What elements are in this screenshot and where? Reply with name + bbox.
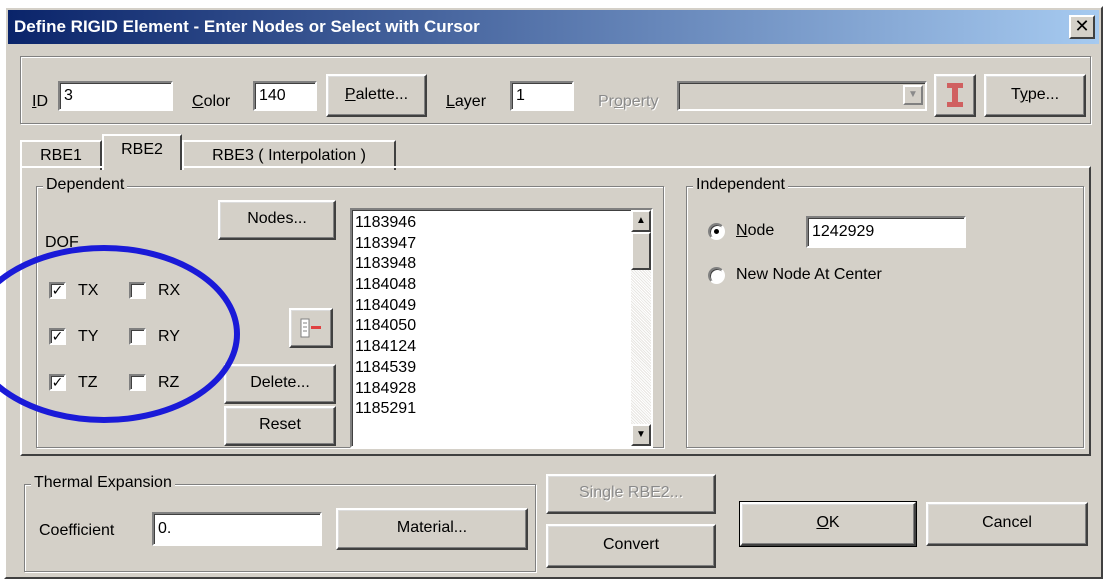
close-icon: ✕	[1074, 16, 1090, 36]
radio-node-label: Node	[736, 222, 775, 239]
type-button[interactable]: Type...	[984, 74, 1086, 117]
coefficient-field[interactable]: 0.	[152, 512, 322, 546]
palette-button[interactable]: Palette...	[326, 74, 427, 117]
layer-label: Layer	[446, 93, 487, 110]
layer-field[interactable]: 1	[510, 81, 574, 111]
checkbox-label-tz: TZ	[78, 374, 98, 391]
color-field[interactable]: 140	[253, 81, 317, 111]
node-list-items: 1183946 1183947 1183948 1184048 1184049 11840…	[355, 213, 416, 420]
nodes-button[interactable]: Nodes...	[218, 200, 336, 240]
checkbox-label-rz: RZ	[158, 374, 180, 391]
id-label: ID	[32, 93, 49, 110]
remove-node-button[interactable]	[289, 308, 333, 348]
coefficient-label: Coefficient	[39, 522, 115, 539]
list-item[interactable]: 1183947	[355, 234, 416, 255]
independent-title: Independent	[693, 176, 788, 194]
title-bar: Define RIGID Element - Enter Nodes or Se…	[8, 10, 1099, 44]
list-item[interactable]: 1185291	[355, 399, 416, 420]
list-item[interactable]: 1184928	[355, 379, 416, 400]
radio-new-node[interactable]	[708, 267, 725, 284]
list-item[interactable]: 1184124	[355, 337, 416, 358]
checkbox-rx[interactable]	[129, 282, 146, 299]
window-title: Define RIGID Element - Enter Nodes or Se…	[14, 17, 480, 36]
tab-label: RBE1	[40, 147, 82, 164]
dof-label: DOF	[45, 234, 79, 251]
property-icon-button[interactable]	[934, 74, 976, 117]
thermal-title: Thermal Expansion	[31, 474, 175, 492]
checkbox-ry[interactable]	[129, 328, 146, 345]
rigid-element-dialog: Define RIGID Element - Enter Nodes or Se…	[4, 6, 1103, 579]
chevron-down-icon: ▼	[903, 85, 923, 105]
radio-dot	[714, 229, 719, 234]
independent-node-field[interactable]: 1242929	[806, 216, 966, 248]
checkbox-ty[interactable]: ✓	[49, 328, 66, 345]
dependent-title: Dependent	[43, 176, 128, 194]
node-list[interactable]: 1183946 1183947 1183948 1184048 1184049 11840…	[350, 208, 653, 448]
i-beam-icon	[947, 83, 963, 107]
scroll-thumb[interactable]	[631, 232, 651, 270]
property-label: Property	[598, 93, 659, 110]
cancel-button[interactable]: Cancel	[926, 502, 1088, 546]
tab-label: RBE3 ( Interpolation )	[212, 147, 366, 164]
list-item[interactable]: 1184049	[355, 296, 416, 317]
convert-button[interactable]: Convert	[546, 524, 716, 568]
color-label: Color	[192, 93, 231, 110]
list-item[interactable]: 1184050	[355, 316, 416, 337]
ok-button[interactable]: OK	[739, 501, 917, 547]
checkbox-label-ry: RY	[158, 328, 180, 345]
remove-item-icon	[300, 318, 321, 338]
delete-button[interactable]: Delete...	[224, 364, 336, 404]
list-item[interactable]: 1184539	[355, 358, 416, 379]
checkbox-label-ty: TY	[78, 328, 99, 345]
tab-rbe2[interactable]: RBE2	[102, 134, 182, 170]
property-combo[interactable]: ▼	[677, 81, 927, 111]
checkbox-label-tx: TX	[78, 282, 99, 299]
checkbox-tz[interactable]: ✓	[49, 374, 66, 391]
single-rbe2-button[interactable]: Single RBE2...	[546, 474, 716, 514]
list-item[interactable]: 1184048	[355, 275, 416, 296]
node-list-scrollbar[interactable]: ▲ ▼	[631, 210, 651, 446]
checkbox-tx[interactable]: ✓	[49, 282, 66, 299]
checkbox-rz[interactable]	[129, 374, 146, 391]
tab-label: RBE2	[121, 141, 163, 158]
scroll-down-icon[interactable]: ▼	[631, 424, 651, 446]
list-item[interactable]: 1183946	[355, 213, 416, 234]
scroll-up-icon[interactable]: ▲	[631, 210, 651, 232]
radio-new-node-label: New Node At Center	[736, 266, 882, 283]
checkbox-label-rx: RX	[158, 282, 181, 299]
radio-node[interactable]	[708, 223, 725, 240]
id-field[interactable]: 3	[58, 81, 173, 111]
close-button[interactable]: ✕	[1069, 15, 1095, 39]
list-item[interactable]: 1183948	[355, 254, 416, 275]
reset-button[interactable]: Reset	[224, 406, 336, 446]
material-button[interactable]: Material...	[336, 508, 528, 550]
